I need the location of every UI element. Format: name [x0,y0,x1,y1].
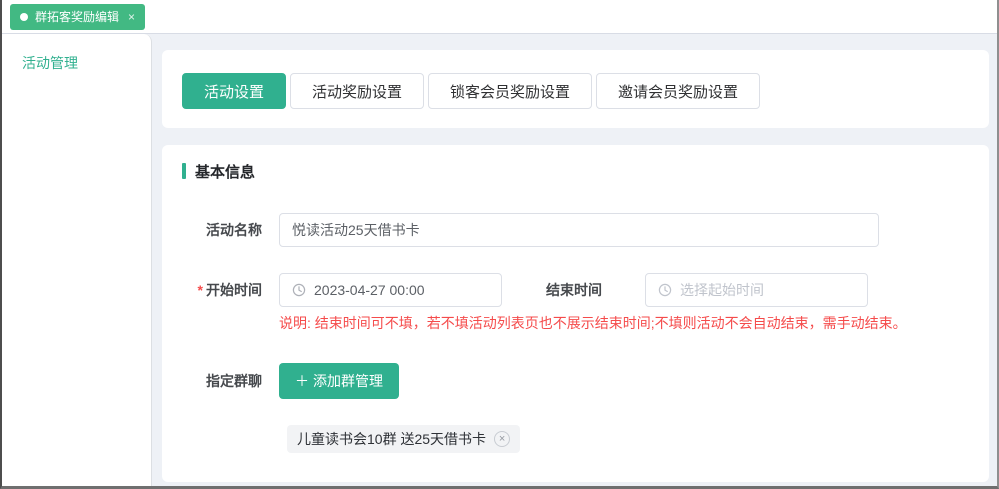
add-group-button[interactable]: ＋ 添加群管理 [279,363,399,399]
required-asterisk: * [198,282,203,298]
end-time-label: 结束时间 [502,280,602,300]
section-header: 基本信息 [182,161,969,181]
group-tag-row: 儿童读书会10群 送25天借书卡 × [182,425,969,453]
start-time-input[interactable]: 2023-04-27 00:00 [279,273,502,307]
close-icon[interactable]: × [128,10,135,24]
activity-name-label: 活动名称 [182,220,262,240]
end-time-placeholder: 选择起始时间 [680,280,764,300]
tab-lock-member-reward-settings[interactable]: 锁客会员奖励设置 [428,73,592,109]
route-tag-active[interactable]: 群拓客奖励编辑 × [10,4,145,30]
app-window: 群拓客奖励编辑 × 活动管理 活动设置 活动奖励设置 锁客会员奖励设置 邀请会员… [0,0,999,489]
route-tag-label: 群拓客奖励编辑 [35,8,119,25]
end-time-note: 说明: 结束时间可不填，若不填活动列表页也不展示结束时间;不填则活动不会自动结束… [279,315,907,331]
note-row: 说明: 结束时间可不填，若不填活动列表页也不展示结束时间;不填则活动不会自动结束… [182,313,969,333]
group-chat-label: 指定群聊 [182,371,262,391]
add-group-button-label: 添加群管理 [313,371,383,391]
group-chat-row: 指定群聊 ＋ 添加群管理 [182,363,969,399]
active-dot-icon [20,13,28,21]
section-title: 基本信息 [195,161,255,182]
tag-close-icon[interactable]: × [494,431,510,447]
basic-info-card: 基本信息 活动名称 *开始时间 [162,145,989,482]
main-layout: 活动管理 活动设置 活动奖励设置 锁客会员奖励设置 邀请会员奖励设置 基本信息 [2,34,997,486]
start-time-label: *开始时间 [182,280,262,300]
tab-group: 活动设置 活动奖励设置 锁客会员奖励设置 邀请会员奖励设置 [182,73,969,109]
tab-activity-reward-settings[interactable]: 活动奖励设置 [290,73,424,109]
section-accent-bar [182,163,186,179]
clock-icon [658,283,672,297]
activity-name-row: 活动名称 [182,213,969,247]
sidebar: 活动管理 [2,34,152,486]
basic-info-form: 活动名称 *开始时间 2023-04-27 00:00 结束时间 [182,213,969,453]
plus-icon: ＋ [295,371,309,391]
tab-invite-member-reward-settings[interactable]: 邀请会员奖励设置 [596,73,760,109]
content-area: 活动设置 活动奖励设置 锁客会员奖励设置 邀请会员奖励设置 基本信息 活动名称 [152,34,997,486]
group-chat-tag: 儿童读书会10群 送25天借书卡 × [287,425,520,453]
start-time-value: 2023-04-27 00:00 [314,282,425,298]
clock-icon [292,283,306,297]
activity-name-input[interactable] [279,213,879,247]
end-time-input[interactable]: 选择起始时间 [645,273,868,307]
sidebar-item-activity-management[interactable]: 活动管理 [2,50,151,76]
time-row: *开始时间 2023-04-27 00:00 结束时间 [182,273,969,307]
group-chat-tag-label: 儿童读书会10群 送25天借书卡 [297,429,486,449]
tab-activity-settings[interactable]: 活动设置 [182,73,286,109]
tags-view-bar: 群拓客奖励编辑 × [2,0,997,34]
tabs-card: 活动设置 活动奖励设置 锁客会员奖励设置 邀请会员奖励设置 [162,50,989,128]
